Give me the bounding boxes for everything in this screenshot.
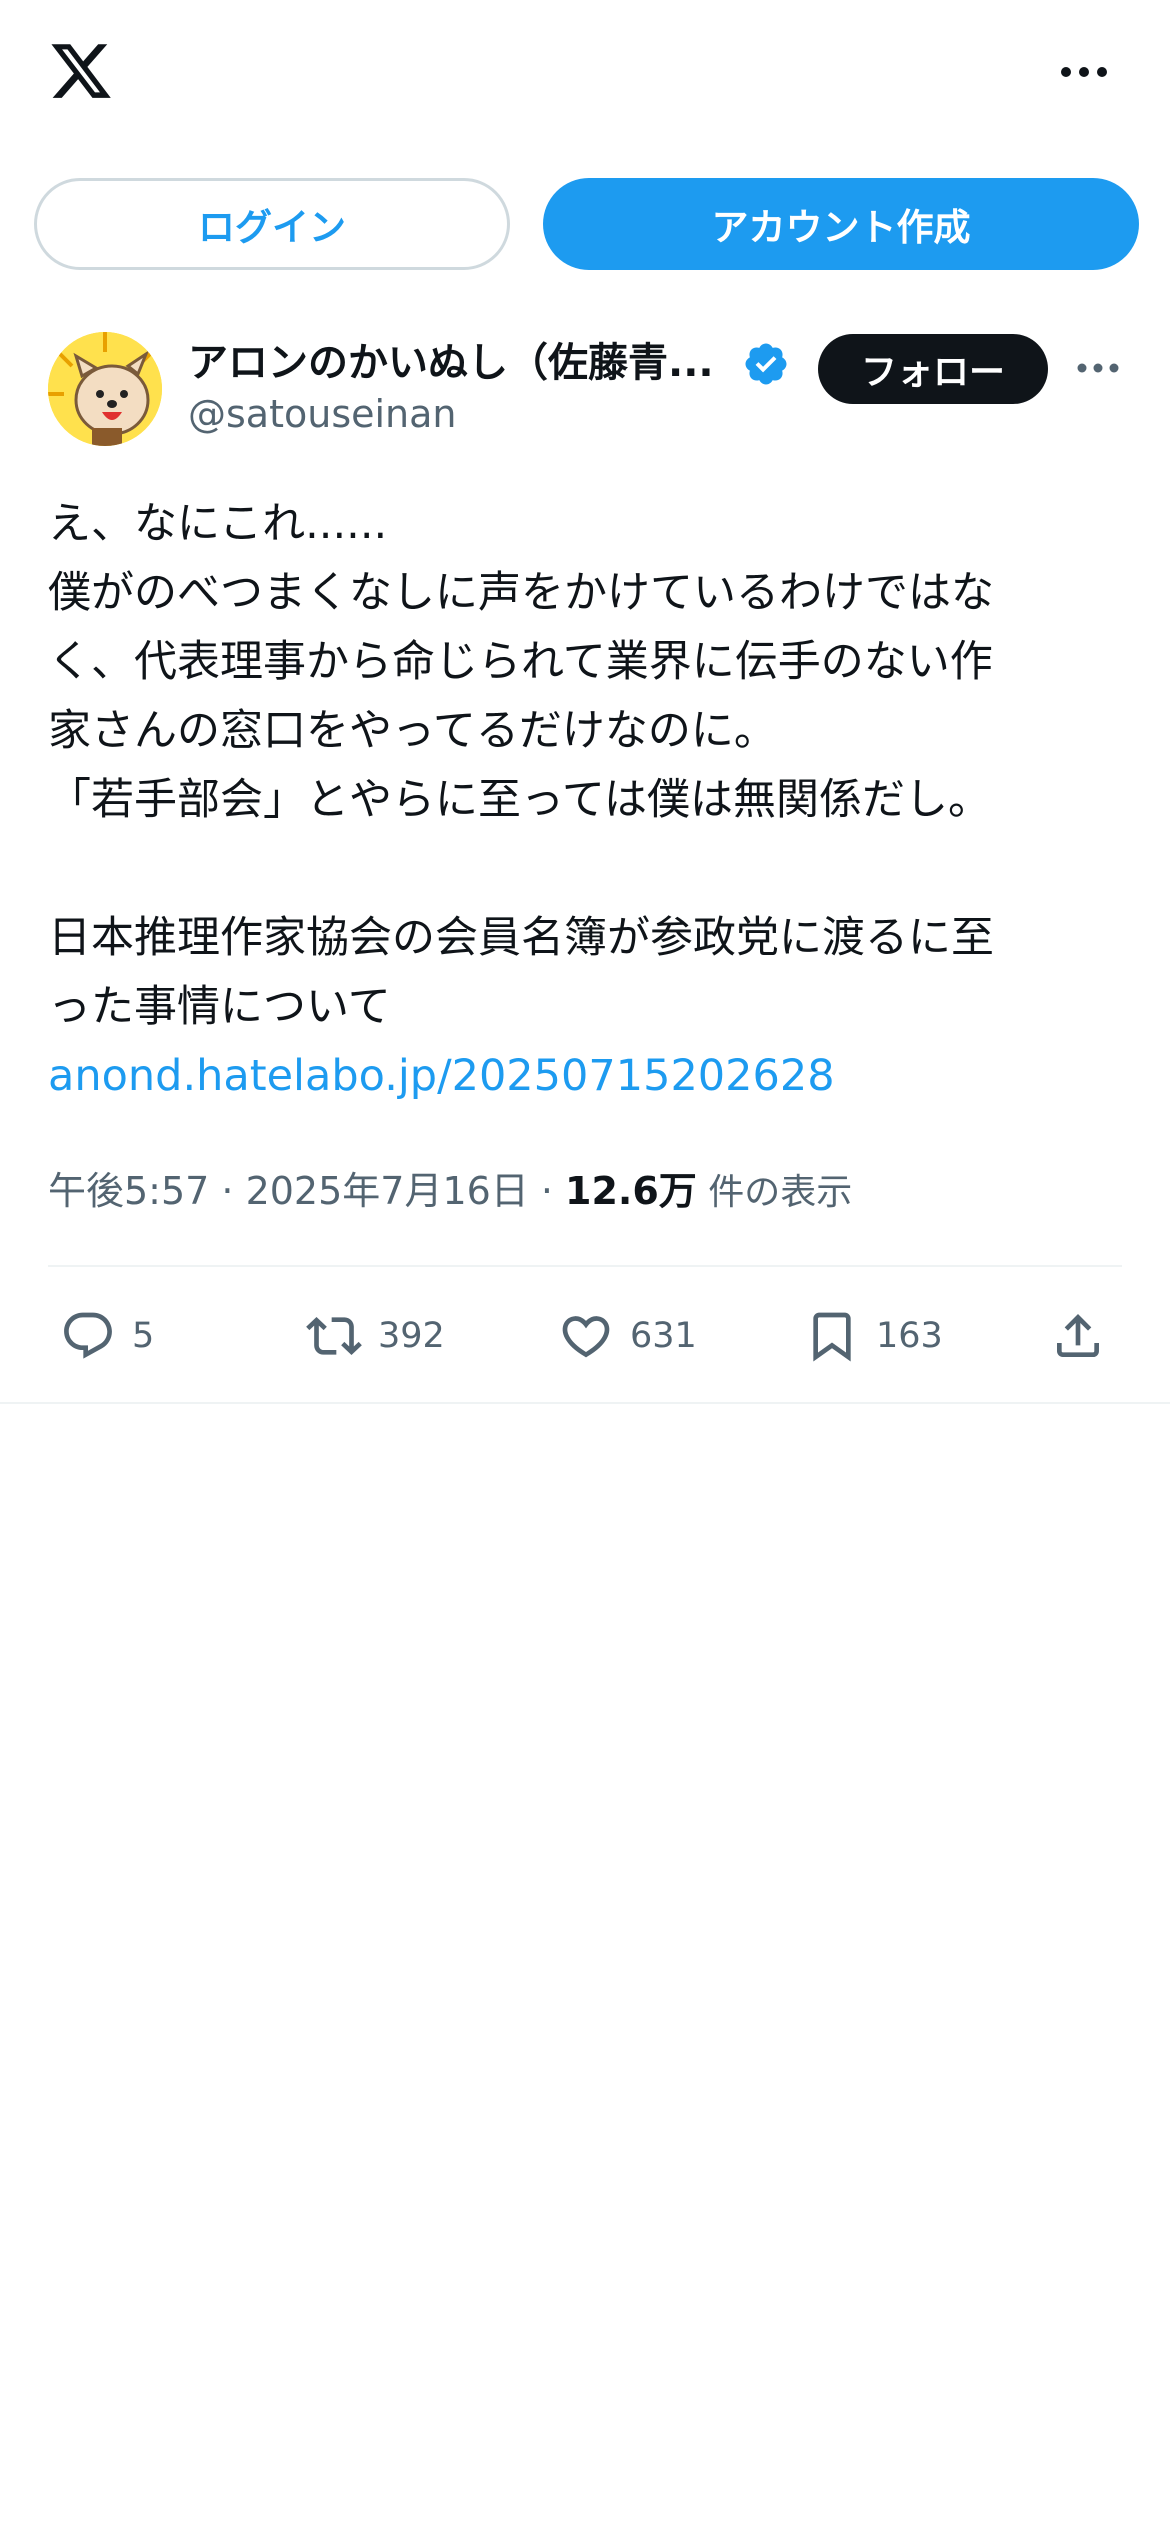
tweet-line: った事情について bbox=[48, 982, 391, 1032]
like-count: 631 bbox=[630, 1316, 697, 1356]
tweet-header: アロンのかいぬし（佐藤青... @satouseinan フォロー bbox=[0, 326, 1170, 456]
repost-button[interactable]: 392 bbox=[306, 1300, 445, 1372]
tweet-line: 家さんの窓口をやってるだけなのに。 bbox=[48, 706, 777, 756]
tweet-line: く、代表理事から命じられて業界に伝手のない作 bbox=[48, 637, 993, 687]
verified-badge-icon bbox=[742, 340, 790, 388]
user-handle[interactable]: @satouseinan bbox=[188, 392, 688, 444]
tweet-line: 「若手部会」とやらに至っては僕は無関係だし。 bbox=[48, 775, 991, 825]
heart-icon bbox=[562, 1316, 610, 1358]
divider bbox=[48, 1265, 1122, 1267]
tweet-meta: 午後5:57 · 2025年7月16日 · 12.6万 件の表示 bbox=[48, 1160, 1128, 1216]
follow-button[interactable]: フォロー bbox=[818, 334, 1048, 404]
tweet-actions: 5 392 631 163 bbox=[0, 1300, 1170, 1372]
signup-button[interactable]: アカウント作成 bbox=[543, 178, 1139, 270]
tweet-text: え、なにこれ...... 僕がのべつまくなしに声をかけているわけではな く、代表… bbox=[48, 490, 1128, 1111]
reply-icon bbox=[64, 1312, 112, 1359]
share-button[interactable] bbox=[1050, 1300, 1106, 1372]
tweet-line: え、なにこれ...... bbox=[48, 499, 388, 549]
avatar[interactable] bbox=[48, 332, 162, 446]
share-icon bbox=[1057, 1314, 1099, 1357]
bookmark-button[interactable]: 163 bbox=[804, 1300, 943, 1372]
bookmark-count: 163 bbox=[876, 1316, 943, 1356]
view-label: 件の表示 bbox=[696, 1172, 853, 1213]
repost-icon bbox=[306, 1317, 362, 1355]
tweet-line: 僕がのべつまくなしに声をかけているわけではな bbox=[48, 568, 994, 618]
display-name[interactable]: アロンのかいぬし（佐藤青... bbox=[188, 330, 740, 388]
view-count: 12.6万 bbox=[565, 1169, 697, 1213]
more-horizontal-icon[interactable] bbox=[1058, 52, 1110, 92]
like-button[interactable]: 631 bbox=[558, 1300, 697, 1372]
tweet-line: 日本推理作家協会の会員名簿が参政党に渡るに至 bbox=[48, 913, 994, 963]
tweet-timestamp[interactable]: 午後5:57 · 2025年7月16日 · bbox=[48, 1169, 565, 1213]
repost-count: 392 bbox=[378, 1316, 445, 1356]
tweet-link[interactable]: anond.hatelabo.jp/20250715202628 bbox=[48, 1042, 1128, 1111]
bookmark-icon bbox=[813, 1312, 851, 1362]
login-button[interactable]: ログイン bbox=[34, 178, 510, 270]
reply-button[interactable]: 5 bbox=[60, 1300, 154, 1372]
auth-buttons: ログイン アカウント作成 bbox=[0, 178, 1170, 270]
reply-count: 5 bbox=[132, 1316, 155, 1356]
tweet-more-icon[interactable] bbox=[1074, 350, 1122, 386]
bottom-divider bbox=[0, 1402, 1170, 1404]
top-bar bbox=[0, 0, 1170, 150]
x-logo-icon[interactable] bbox=[46, 38, 116, 104]
